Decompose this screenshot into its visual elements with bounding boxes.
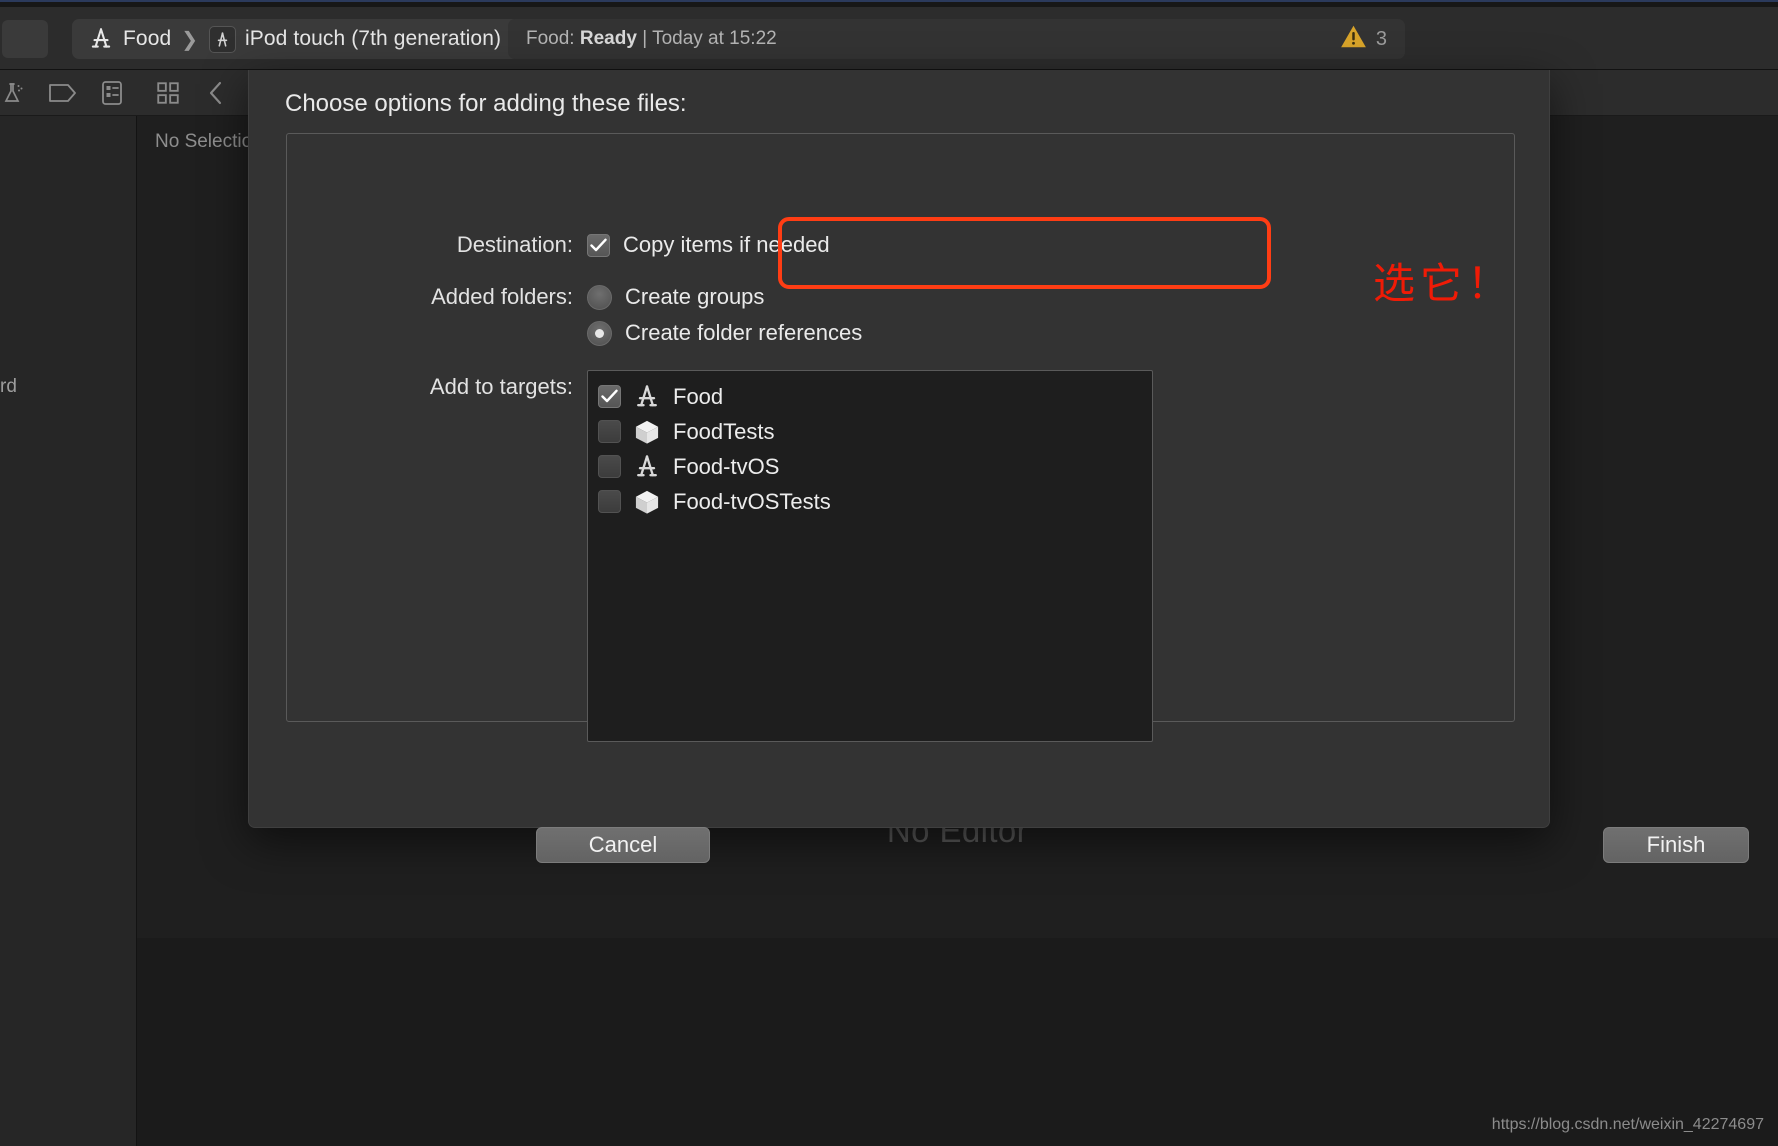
target-name: FoodTests (673, 418, 775, 444)
activity-status-bar[interactable]: Food: Ready | Today at 15:22 3 (508, 19, 1405, 59)
create-folder-references-radio[interactable] (587, 320, 612, 346)
warning-count: 3 (1375, 27, 1387, 50)
target-checkbox-food-tvostests[interactable] (598, 490, 621, 513)
ipod-touch-icon (209, 25, 237, 53)
create-folder-references-label[interactable]: Create folder references (625, 320, 862, 346)
status-timestamp: Today at 15:22 (652, 28, 777, 49)
xcode-app-target-icon (633, 383, 661, 411)
related-items-icon[interactable] (155, 80, 181, 106)
targets-list[interactable]: Food FoodTests Food-tvOS Food-tvOSTests (587, 370, 1153, 742)
options-panel: Destination: Copy items if needed Added … (286, 133, 1515, 742)
scheme-breadcrumb[interactable]: Food ❯ iPod touch (7th generation) (72, 19, 520, 59)
xcode-app-icon (88, 26, 114, 52)
warning-badge[interactable]: 3 (1340, 24, 1387, 54)
editor-background-area (137, 938, 1778, 1146)
navigator-selector-bar (0, 70, 137, 116)
target-name: Food-tvOS (673, 453, 780, 479)
table-row[interactable]: FoodTests (588, 414, 1152, 449)
target-name: Food-tvOSTests (673, 488, 831, 514)
window-titlebar-edge (0, 0, 1778, 7)
destination-device-name: iPod touch (7th generation) (245, 27, 502, 50)
target-checkbox-food-tvos[interactable] (598, 455, 621, 478)
added-folders-label: Added folders: (431, 284, 573, 309)
destination-label: Destination: (456, 232, 573, 257)
create-groups-radio[interactable] (587, 284, 612, 310)
add-to-targets-row: Add to targets: Food FoodTests Food-tvOS… (287, 370, 1153, 742)
copy-items-label[interactable]: Copy items if needed (623, 232, 830, 258)
destination-row: Destination: Copy items if needed (287, 232, 830, 258)
editor-selection-label: No Selection (155, 131, 263, 152)
annotation-text: 选它！ (1373, 259, 1515, 308)
table-row[interactable]: Food (588, 379, 1152, 414)
navigator-truncated-label: rd (0, 376, 17, 397)
create-groups-label[interactable]: Create groups (625, 284, 764, 310)
status-message: Food: Ready | Today at 15:22 (526, 28, 777, 50)
scheme-name: Food (123, 27, 172, 50)
target-checkbox-food[interactable] (598, 385, 621, 408)
source-watermark: https://blog.csdn.net/weixin_42274697 (1491, 1116, 1764, 1133)
copy-items-checkbox[interactable] (587, 233, 610, 257)
xcode-window: Food ❯ iPod touch (7th generation) Food:… (0, 0, 1778, 1146)
xcode-app-target-icon (633, 453, 661, 481)
cancel-button[interactable]: Cancel (536, 827, 710, 863)
target-checkbox-foodtests[interactable] (598, 420, 621, 443)
main-toolbar: Food ❯ iPod touch (7th generation) Food:… (0, 7, 1778, 70)
breadcrumb-separator-icon: ❯ (181, 28, 199, 51)
toolbar-run-button[interactable] (2, 20, 48, 58)
dialog-title: Choose options for adding these files: (285, 90, 687, 117)
report-navigator-icon[interactable] (100, 80, 124, 106)
back-chevron-icon[interactable] (207, 80, 225, 106)
xcode-test-bundle-icon (633, 418, 661, 446)
test-navigator-icon[interactable] (2, 81, 26, 105)
create-folder-references-row: Create folder references (587, 320, 862, 346)
status-state: Ready (579, 28, 637, 49)
add-to-targets-label: Add to targets: (429, 374, 573, 399)
finish-button[interactable]: Finish (1603, 827, 1749, 863)
status-prefix: Food: (526, 28, 575, 49)
added-folders-row: Added folders: Create groups (287, 284, 764, 310)
xcode-test-bundle-icon (633, 488, 661, 516)
warning-triangle-icon (1340, 24, 1367, 54)
status-divider: | (642, 28, 648, 49)
table-row[interactable]: Food-tvOSTests (588, 484, 1152, 519)
navigator-pane: rd (0, 70, 137, 1146)
table-row[interactable]: Food-tvOS (588, 449, 1152, 484)
issue-navigator-icon[interactable] (48, 82, 78, 104)
target-name: Food (673, 383, 724, 409)
add-files-options-sheet: Choose options for adding these files: D… (248, 70, 1749, 863)
